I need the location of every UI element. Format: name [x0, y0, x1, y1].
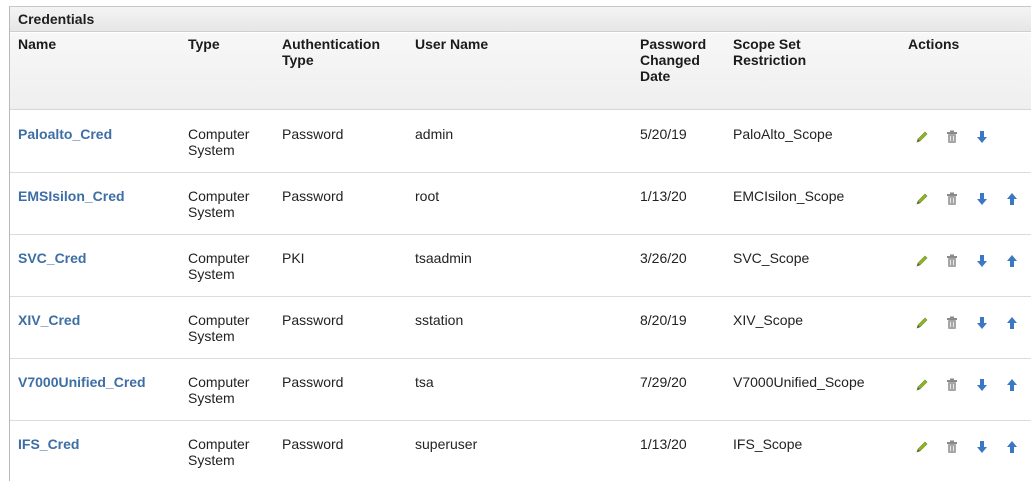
password-changed-date-cell: 5/20/19 — [640, 126, 687, 142]
scope-set-restriction-cell: PaloAlto_Scope — [733, 126, 833, 142]
col-header-authentication-type[interactable]: Authentication Type — [282, 36, 380, 68]
panel-title: Credentials — [10, 7, 1031, 32]
table-row: EMSIsilon_Cred Computer System Password root… — [10, 173, 1031, 235]
arrow-down-icon[interactable] — [974, 253, 990, 269]
credential-name-link[interactable]: EMSIsilon_Cred — [18, 188, 125, 204]
pencil-icon[interactable] — [914, 129, 930, 145]
trash-icon[interactable] — [944, 315, 960, 331]
arrow-up-icon[interactable] — [1004, 377, 1020, 393]
trash-icon[interactable] — [944, 129, 960, 145]
pencil-icon[interactable] — [914, 439, 930, 455]
table-row: XIV_Cred Computer System Password sstation 8/… — [10, 297, 1031, 359]
user-name-cell: superuser — [415, 436, 478, 452]
table-header: Name Type Authentication Type User Name … — [10, 33, 1031, 110]
table-row: Paloalto_Cred Computer System Password admin… — [10, 111, 1031, 173]
arrow-up-icon[interactable] — [1004, 315, 1020, 331]
credential-name-link[interactable]: Paloalto_Cred — [18, 126, 112, 142]
table-row: IFS_Cred Computer System Password superuser 1… — [10, 421, 1031, 481]
row-actions — [914, 439, 1024, 455]
col-header-user-name[interactable]: User Name — [415, 36, 488, 52]
authentication-type-cell: Password — [282, 126, 344, 142]
table-row: V7000Unified_Cred Computer System Password t… — [10, 359, 1031, 421]
authentication-type-cell: PKI — [282, 250, 305, 266]
password-changed-date-cell: 1/13/20 — [640, 188, 687, 204]
type-cell: Computer System — [188, 312, 250, 344]
arrow-up-icon[interactable] — [1004, 191, 1020, 207]
pencil-icon[interactable] — [914, 191, 930, 207]
credential-name-link[interactable]: SVC_Cred — [18, 250, 86, 266]
type-cell: Computer System — [188, 250, 250, 282]
authentication-type-cell: Password — [282, 436, 344, 452]
arrow-up-icon[interactable] — [1004, 253, 1020, 269]
table-row: SVC_Cred Computer System PKI tsaadmin 3/26/20… — [10, 235, 1031, 297]
credential-name-link[interactable]: IFS_Cred — [18, 436, 79, 452]
col-header-actions: Actions — [908, 36, 960, 52]
trash-icon[interactable] — [944, 439, 960, 455]
user-name-cell: tsa — [415, 374, 434, 390]
password-changed-date-cell: 3/26/20 — [640, 250, 687, 266]
user-name-cell: admin — [415, 126, 454, 142]
row-actions — [914, 315, 1024, 331]
arrow-down-icon[interactable] — [974, 439, 990, 455]
authentication-type-cell: Password — [282, 312, 344, 328]
credential-name-link[interactable]: XIV_Cred — [18, 312, 80, 328]
row-actions — [914, 191, 1024, 207]
scope-set-restriction-cell: V7000Unified_Scope — [733, 374, 865, 390]
password-changed-date-cell: 1/13/20 — [640, 436, 687, 452]
col-header-scope-set-restriction[interactable]: Scope Set Restriction — [733, 36, 806, 68]
authentication-type-cell: Password — [282, 374, 344, 390]
type-cell: Computer System — [188, 126, 250, 158]
scope-set-restriction-cell: XIV_Scope — [733, 312, 804, 328]
type-cell: Computer System — [188, 188, 250, 220]
user-name-cell: root — [415, 188, 440, 204]
scope-set-restriction-cell: IFS_Scope — [733, 436, 803, 452]
user-name-cell: sstation — [415, 312, 464, 328]
trash-icon[interactable] — [944, 191, 960, 207]
authentication-type-cell: Password — [282, 188, 344, 204]
col-header-name[interactable]: Name — [18, 36, 56, 52]
scope-set-restriction-cell: EMCIsilon_Scope — [733, 188, 845, 204]
arrow-down-icon[interactable] — [974, 315, 990, 331]
user-name-cell: tsaadmin — [415, 250, 472, 266]
password-changed-date-cell: 8/20/19 — [640, 312, 687, 328]
row-actions — [914, 253, 1024, 269]
password-changed-date-cell: 7/29/20 — [640, 374, 687, 390]
pencil-icon[interactable] — [914, 377, 930, 393]
trash-icon[interactable] — [944, 377, 960, 393]
type-cell: Computer System — [188, 374, 250, 406]
arrow-up-icon[interactable] — [1004, 439, 1020, 455]
col-header-type[interactable]: Type — [188, 36, 220, 52]
col-header-password-changed-date[interactable]: Password Changed Date — [640, 36, 706, 84]
scope-set-restriction-cell: SVC_Scope — [733, 250, 810, 266]
arrow-down-icon[interactable] — [974, 191, 990, 207]
type-cell: Computer System — [188, 436, 250, 468]
arrow-down-icon[interactable] — [974, 129, 990, 145]
pencil-icon[interactable] — [914, 315, 930, 331]
arrow-down-icon[interactable] — [974, 377, 990, 393]
credential-name-link[interactable]: V7000Unified_Cred — [18, 374, 146, 390]
pencil-icon[interactable] — [914, 253, 930, 269]
trash-icon[interactable] — [944, 253, 960, 269]
credentials-panel: Credentials Name Type Authentication Typ… — [9, 6, 1031, 481]
row-actions — [914, 377, 1024, 393]
row-actions — [914, 129, 1024, 145]
